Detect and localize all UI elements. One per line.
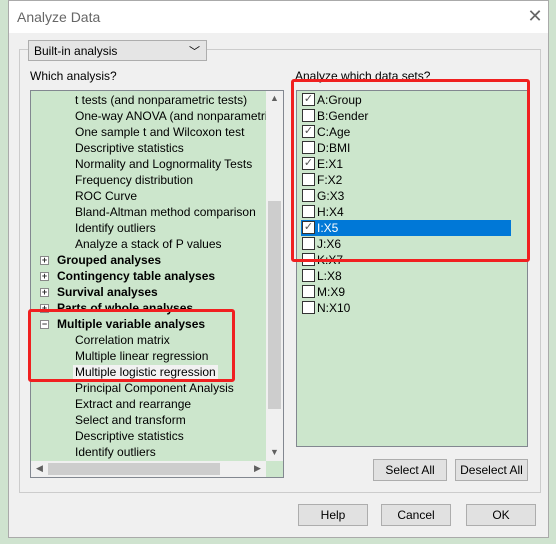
tree-item[interactable]: Descriptive statistics	[75, 428, 184, 444]
horizontal-scrollbar[interactable]: ◀ ▶	[31, 461, 266, 477]
tree-item[interactable]: Frequency distribution	[75, 172, 193, 188]
close-icon[interactable]: ✕	[524, 5, 546, 27]
annotation-box-analysis	[28, 309, 235, 382]
tree-group[interactable]: + Contingency table analyses	[40, 268, 216, 284]
tree-item-label: Select and transform	[75, 413, 186, 427]
vertical-scrollbar[interactable]: ▲ ▼	[266, 91, 283, 461]
select-all-button[interactable]: Select All	[373, 459, 447, 481]
scroll-down-icon[interactable]: ▼	[266, 447, 283, 457]
tree-item-label: t tests (and nonparametric tests)	[75, 93, 248, 107]
tree-item[interactable]: Descriptive statistics	[75, 140, 184, 156]
tree-item-label: Identify outliers	[75, 221, 156, 235]
tree-item-label: Principal Component Analysis	[75, 381, 234, 395]
tree-item-label: Extract and rearrange	[75, 397, 192, 411]
tree-item-label: Bland-Altman method comparison	[75, 205, 256, 219]
tree-group[interactable]: + Grouped analyses	[40, 252, 162, 268]
tree-item[interactable]: One sample t and Wilcoxon test	[75, 124, 244, 140]
tree-item-label: Grouped analyses	[57, 253, 162, 267]
tree-item-label: Contingency table analyses	[57, 269, 216, 283]
title-bar: Analyze Data ✕	[9, 1, 548, 33]
tree-item-label: One-way ANOVA (and nonparametric or	[75, 109, 284, 123]
tree-item-label: Analyze a stack of P values	[75, 237, 222, 251]
scroll-right-icon[interactable]: ▶	[249, 463, 266, 474]
tree-item-label: Frequency distribution	[75, 173, 194, 187]
tree-item[interactable]: Select and transform	[75, 412, 186, 428]
analysis-type-dropdown[interactable]: Built-in analysis ﹀	[28, 40, 207, 61]
dropdown-value: Built-in analysis	[34, 44, 118, 58]
tree-item-label: One sample t and Wilcoxon test	[75, 125, 245, 139]
checkbox-unchecked[interactable]	[302, 285, 315, 298]
tree-item[interactable]: ROC Curve	[75, 188, 137, 204]
tree-item[interactable]: Extract and rearrange	[75, 396, 191, 412]
dataset-item[interactable]: N:X10	[301, 300, 511, 316]
tree-item[interactable]: Principal Component Analysis	[75, 380, 234, 396]
tree-item[interactable]: Normality and Lognormality Tests	[75, 156, 252, 172]
tree-item[interactable]: t tests (and nonparametric tests)	[75, 92, 247, 108]
dataset-label: L:X8	[317, 269, 342, 283]
tree-item[interactable]: Identify outliers	[75, 444, 156, 460]
analysis-tree[interactable]: t tests (and nonparametric tests) One-way…	[30, 90, 284, 478]
tree-item-label: Descriptive statistics	[75, 429, 184, 443]
tree-item[interactable]: One-way ANOVA (and nonparametric or	[75, 108, 284, 124]
tree-item[interactable]: Analyze a stack of P values	[75, 236, 222, 252]
expand-icon[interactable]: +	[40, 256, 49, 265]
tree-item-label: Normality and Lognormality Tests	[75, 157, 253, 171]
dataset-label: M:X9	[317, 285, 346, 299]
tree-item-label: Descriptive statistics	[75, 141, 184, 155]
chevron-down-icon: ﹀	[189, 46, 200, 58]
checkbox-unchecked[interactable]	[302, 269, 315, 282]
which-analysis-label: Which analysis?	[30, 69, 117, 83]
cancel-button[interactable]: Cancel	[381, 504, 451, 526]
tree-item[interactable]: Bland-Altman method comparison	[75, 204, 256, 220]
tree-item-label: Survival analyses	[57, 285, 158, 299]
scroll-up-icon[interactable]: ▲	[266, 93, 283, 103]
ok-button[interactable]: OK	[466, 504, 536, 526]
deselect-all-button[interactable]: Deselect All	[455, 459, 528, 481]
tree-item[interactable]: Identify outliers	[75, 220, 156, 236]
expand-icon[interactable]: +	[40, 272, 49, 281]
dataset-item[interactable]: L:X8	[301, 268, 511, 284]
checkbox-unchecked[interactable]	[302, 301, 315, 314]
scroll-thumb-horizontal[interactable]	[48, 463, 220, 475]
dataset-label: N:X10	[317, 301, 351, 315]
help-button[interactable]: Help	[298, 504, 368, 526]
tree-item-label: ROC Curve	[75, 189, 138, 203]
window-title: Analyze Data	[17, 9, 101, 25]
scroll-left-icon[interactable]: ◀	[31, 463, 48, 474]
tree-group[interactable]: + Survival analyses	[40, 284, 158, 300]
dataset-item[interactable]: M:X9	[301, 284, 511, 300]
scroll-thumb[interactable]	[268, 201, 281, 409]
annotation-box-datasets	[291, 79, 530, 262]
analyze-data-dialog: Analyze Data ✕ Built-in analysis ﹀ Which…	[8, 0, 549, 538]
tree-item-label: Identify outliers	[75, 445, 156, 459]
expand-icon[interactable]: +	[40, 288, 49, 297]
